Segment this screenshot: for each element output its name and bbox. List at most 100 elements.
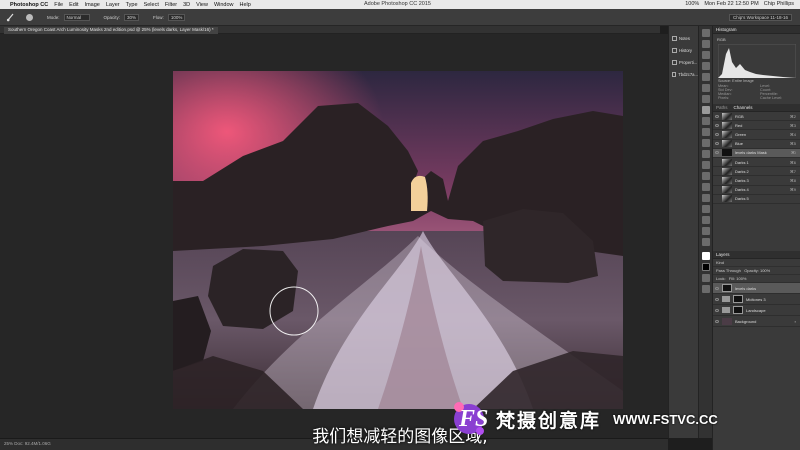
healing-tool-icon[interactable] bbox=[701, 95, 710, 103]
menu-edit[interactable]: Edit bbox=[69, 2, 78, 8]
history-panel-button[interactable]: History bbox=[669, 44, 698, 56]
tab-layers[interactable]: Layers bbox=[716, 251, 730, 258]
menu-view[interactable]: View bbox=[196, 2, 208, 8]
layer-row[interactable]: Landscape bbox=[713, 305, 800, 316]
menu-select[interactable]: Select bbox=[144, 2, 159, 8]
pen-tool-icon[interactable] bbox=[701, 183, 710, 191]
crop-tool-icon[interactable] bbox=[701, 73, 710, 81]
brush-tool-icon[interactable] bbox=[701, 106, 710, 114]
visibility-eye-icon[interactable] bbox=[715, 123, 719, 127]
visibility-eye-icon[interactable] bbox=[715, 151, 719, 155]
channel-row[interactable]: Darks 5 bbox=[713, 195, 800, 204]
histogram-source-value[interactable]: Entire Image bbox=[732, 79, 754, 83]
menu-filter[interactable]: Filter bbox=[165, 2, 177, 8]
channel-row[interactable]: Blue ⌘5 bbox=[713, 140, 800, 149]
channel-thumbnail bbox=[722, 140, 732, 148]
extension-panel-button[interactable]: Tbd2c7a... bbox=[669, 68, 698, 80]
move-tool-icon[interactable] bbox=[701, 29, 710, 37]
tab-histogram[interactable]: Histogram bbox=[716, 26, 737, 33]
flow-field[interactable]: 100% bbox=[167, 13, 186, 21]
channel-row[interactable]: Darks 1 ⌘6 bbox=[713, 158, 800, 168]
layer-mask-thumbnail[interactable] bbox=[722, 284, 732, 292]
clock: Mon Feb 22 12:50 PM bbox=[704, 1, 759, 7]
layer-mask-thumbnail[interactable] bbox=[733, 295, 743, 303]
visibility-eye-icon[interactable] bbox=[715, 319, 719, 323]
channel-row[interactable]: RGB ⌘2 bbox=[713, 112, 800, 122]
collapsed-panels: Notes History Properti... Tbd2c7a... bbox=[668, 26, 698, 438]
brush-tool-icon[interactable] bbox=[6, 12, 16, 22]
gradient-tool-icon[interactable] bbox=[701, 150, 710, 158]
tab-channels[interactable]: Channels bbox=[734, 104, 753, 111]
eraser-tool-icon[interactable] bbox=[701, 139, 710, 147]
tab-paths[interactable]: Paths bbox=[716, 104, 728, 111]
tools-panel bbox=[698, 26, 712, 438]
mode-select[interactable]: Normal bbox=[63, 13, 90, 21]
type-tool-icon[interactable] bbox=[701, 194, 710, 202]
channel-row[interactable]: Darks 3 ⌘8 bbox=[713, 176, 800, 186]
quick-mask-icon[interactable] bbox=[701, 274, 710, 282]
channel-row-selected[interactable]: levels darks Mask ⌘\ bbox=[713, 148, 800, 158]
user-name[interactable]: Chip Phillips bbox=[764, 1, 794, 7]
foreground-color-swatch[interactable] bbox=[701, 252, 710, 260]
menu-help[interactable]: Help bbox=[240, 2, 251, 8]
clone-stamp-tool-icon[interactable] bbox=[701, 117, 710, 125]
eyedropper-tool-icon[interactable] bbox=[701, 84, 710, 92]
screen-mode-icon[interactable] bbox=[701, 285, 710, 293]
shape-tool-icon[interactable] bbox=[701, 216, 710, 224]
brush-size-preset[interactable] bbox=[26, 13, 33, 21]
background-color-swatch[interactable] bbox=[701, 263, 710, 271]
layer-row-selected[interactable]: levels darks bbox=[713, 283, 800, 294]
visibility-eye-icon[interactable] bbox=[715, 297, 719, 301]
document-image[interactable] bbox=[173, 71, 623, 409]
menu-3d[interactable]: 3D bbox=[183, 2, 190, 8]
layer-thumbnail bbox=[722, 317, 732, 325]
channel-row[interactable]: Green ⌘4 bbox=[713, 130, 800, 140]
visibility-eye-icon[interactable] bbox=[715, 286, 719, 290]
quick-select-tool-icon[interactable] bbox=[701, 62, 710, 70]
menu-image[interactable]: Image bbox=[85, 2, 100, 8]
layer-lock-row: Lock: Fill: 100% bbox=[713, 275, 800, 283]
visibility-eye-icon[interactable] bbox=[715, 132, 719, 136]
menu-app-name[interactable]: Photoshop CC bbox=[10, 2, 48, 8]
layer-fill[interactable]: Fill: 100% bbox=[729, 276, 747, 281]
visibility-eye-icon[interactable] bbox=[715, 114, 719, 118]
channel-row[interactable]: Darks 4 ⌘9 bbox=[713, 186, 800, 195]
notes-panel-button[interactable]: Notes bbox=[669, 32, 698, 44]
visibility-eye-icon[interactable] bbox=[715, 308, 719, 312]
layer-filter-kind[interactable]: Kind bbox=[713, 259, 800, 267]
channel-row[interactable]: Darks 2 ⌘7 bbox=[713, 167, 800, 177]
menu-layer[interactable]: Layer bbox=[106, 2, 120, 8]
menu-window[interactable]: Window bbox=[214, 2, 234, 8]
layers-panel: Kind Pass Through Opacity: 100% Lock: Fi… bbox=[713, 259, 800, 379]
properties-panel-button[interactable]: Properti... bbox=[669, 56, 698, 68]
opacity-field[interactable]: 30% bbox=[124, 13, 140, 21]
dodge-tool-icon[interactable] bbox=[701, 172, 710, 180]
document-tab[interactable]: Southern Oregon Coast Arch Luminosity Ma… bbox=[4, 27, 218, 34]
layer-mask-thumbnail[interactable] bbox=[733, 306, 743, 314]
blend-mode-select[interactable]: Pass Through bbox=[716, 268, 741, 273]
layer-row[interactable]: Midtones 3 bbox=[713, 294, 800, 305]
channel-row[interactable]: Red ⌘3 bbox=[713, 121, 800, 131]
channels-header: Paths Channels bbox=[713, 104, 800, 112]
layer-row[interactable]: Background ▪ bbox=[713, 316, 800, 327]
channel-thumbnail bbox=[722, 112, 732, 120]
workspace-select[interactable]: Chip's Workspace 11-18-16 bbox=[729, 14, 792, 21]
zoom-tool-icon[interactable] bbox=[701, 238, 710, 246]
menu-file[interactable]: File bbox=[54, 2, 63, 8]
layers-header: Layers bbox=[713, 251, 800, 259]
histogram-channel-select[interactable]: RGB bbox=[717, 37, 798, 42]
watermark-chinese-text: 梵摄创意库 bbox=[496, 409, 602, 432]
history-brush-tool-icon[interactable] bbox=[701, 128, 710, 136]
hand-tool-icon[interactable] bbox=[701, 227, 710, 235]
visibility-eye-icon[interactable] bbox=[715, 142, 719, 146]
histogram-panel: RGB Source: Entire Image Mean: Level: St… bbox=[713, 34, 800, 104]
blur-tool-icon[interactable] bbox=[701, 161, 710, 169]
layer-opacity[interactable]: Opacity: 100% bbox=[744, 268, 770, 273]
lasso-tool-icon[interactable] bbox=[701, 51, 710, 59]
marquee-tool-icon[interactable] bbox=[701, 40, 710, 48]
mode-label: Mode: bbox=[47, 14, 60, 20]
menu-type[interactable]: Type bbox=[126, 2, 138, 8]
path-select-tool-icon[interactable] bbox=[701, 205, 710, 213]
opacity-label: Opacity: bbox=[103, 14, 121, 20]
lock-label: Lock: bbox=[716, 276, 726, 281]
